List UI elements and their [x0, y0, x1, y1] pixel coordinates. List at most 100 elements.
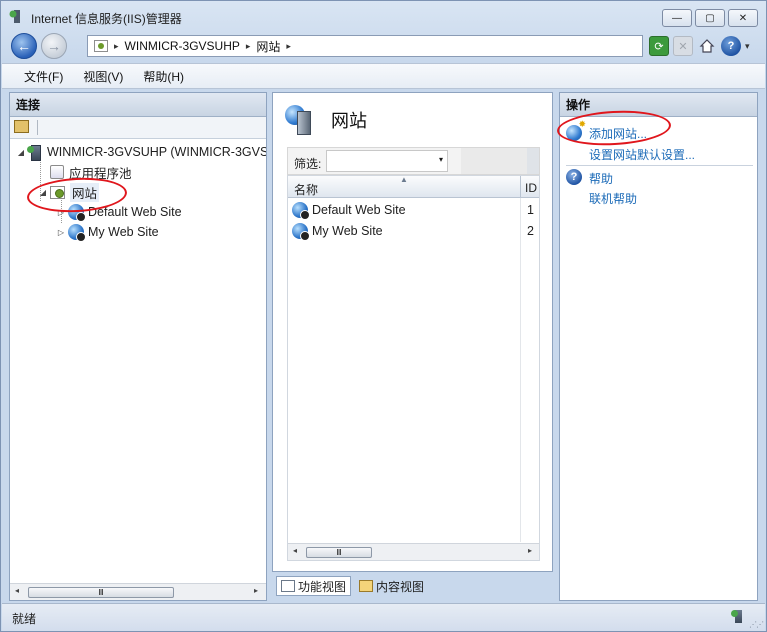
collapse-icon[interactable]: ◢ [16, 148, 26, 157]
refresh-icon[interactable]: ⟳ [649, 36, 669, 56]
breadcrumb-sites[interactable]: 网站 [256, 38, 280, 55]
tree-node-server[interactable]: ◢ WINMICR-3GVSUHP (WINMICR-3GVSUHP\Admin… [16, 143, 266, 161]
filter-scroll[interactable] [527, 148, 539, 174]
back-button[interactable]: ← [11, 33, 37, 59]
scroll-thumb[interactable]: Ⅲ [306, 547, 372, 558]
connections-panel: 连接 ◢ WINMICR-3GVSUHP (WINMICR-3GVSUHP\Ad… [9, 92, 267, 601]
sites-folder-icon [50, 185, 65, 199]
tree-node-app-pools[interactable]: 应用程序池 [38, 163, 132, 181]
view-tabs: 功能视图 内容视图 [276, 575, 428, 597]
maximize-button[interactable]: ▢ [695, 9, 725, 27]
breadcrumb-arrow-icon[interactable]: ▸ [286, 41, 291, 52]
connections-header: 连接 [10, 93, 266, 117]
navigation-bar: ← → ▸ WINMICR-3GVSUHP ▸ 网站 ▸ ⟳ ✕ ? ▾ [1, 33, 766, 61]
online-help-link[interactable]: 联机帮助 [589, 190, 637, 207]
scroll-right-icon[interactable]: ▸ [254, 586, 258, 595]
collapse-icon[interactable]: ◢ [38, 188, 48, 197]
breadcrumb-arrow-icon[interactable]: ▸ [114, 41, 119, 52]
help-dropdown-icon[interactable]: ▾ [745, 41, 750, 52]
title-bar: Internet 信息服务(IIS)管理器 — ▢ ✕ [1, 1, 766, 33]
filter-input[interactable]: ▾ [326, 150, 448, 172]
page-title: 网站 [285, 103, 367, 137]
server-icon [27, 145, 42, 161]
scroll-left-icon[interactable]: ◂ [293, 546, 297, 555]
site-label: Default Web Site [88, 205, 182, 219]
stop-icon[interactable]: ✕ [673, 36, 693, 56]
site-label: My Web Site [88, 225, 159, 239]
site-name: My Web Site [312, 224, 383, 238]
help-icon: ? [566, 169, 582, 185]
close-button[interactable]: ✕ [728, 9, 758, 27]
address-bar[interactable]: ▸ WINMICR-3GVSUHP ▸ 网站 ▸ [87, 35, 643, 57]
status-bar: 就绪 ⋰⋰ [2, 603, 765, 631]
sites-list: ▲ 名称 ID Default Web Site 1 My Web Site 2 [287, 175, 540, 561]
scroll-left-icon[interactable]: ◂ [15, 586, 19, 595]
connections-toolbar [10, 117, 266, 139]
actions-panel: 操作 添加网站... 设置网站默认设置... ? 帮助 联机帮助 [559, 92, 758, 601]
toolbar-divider [37, 120, 38, 135]
add-website-link[interactable]: 添加网站... [589, 125, 647, 142]
back-arrow-icon: ← [17, 38, 31, 54]
toolbar-icons: ⟳ ✕ ? ▾ [649, 35, 750, 57]
forward-arrow-icon: → [47, 38, 61, 54]
menu-bar: 文件(F) 视图(V) 帮助(H) [2, 63, 765, 89]
server-label: WINMICR-3GVSUHP (WINMICR-3GVSUHP\Adminis… [47, 145, 266, 159]
tab-content-view[interactable]: 内容视图 [355, 576, 428, 596]
scroll-right-icon[interactable]: ▸ [528, 546, 532, 555]
actions-header: 操作 [560, 93, 757, 117]
tree-node-default-site[interactable]: ▷ Default Web Site [56, 203, 182, 222]
add-website-icon [566, 119, 586, 141]
connect-icon[interactable] [14, 120, 29, 133]
tree-node-sites[interactable]: ◢ 网站 [38, 182, 100, 202]
iis-manager-window: Internet 信息服务(IIS)管理器 — ▢ ✕ ← → ▸ WINMIC… [0, 0, 767, 632]
sites-label: 网站 [70, 182, 100, 202]
app-pools-label: 应用程序池 [69, 166, 132, 181]
expand-icon[interactable]: ▷ [56, 208, 66, 217]
table-row[interactable]: Default Web Site 1 [288, 200, 539, 220]
breadcrumb-server[interactable]: WINMICR-3GVSUHP [125, 39, 240, 53]
websites-icon [285, 103, 317, 137]
filter-label: 筛选: [294, 157, 322, 171]
iis-app-icon [9, 10, 25, 24]
expand-icon[interactable]: ▷ [56, 228, 66, 237]
breadcrumb-arrow-icon[interactable]: ▸ [246, 41, 251, 52]
server-status-icon [731, 610, 745, 624]
sites-folder-icon [94, 40, 108, 52]
site-name: Default Web Site [312, 203, 406, 217]
connections-tree: ◢ WINMICR-3GVSUHP (WINMICR-3GVSUHP\Admin… [10, 141, 266, 579]
menu-view[interactable]: 视图(V) [73, 68, 133, 85]
sites-panel: 网站 筛选: ▾ ▲ 名称 ID Default Web Site 1 My W… [272, 92, 553, 572]
filter-dropdown-icon[interactable]: ▾ [439, 155, 443, 164]
set-site-defaults-link[interactable]: 设置网站默认设置... [589, 146, 695, 163]
sort-ascending-icon: ▲ [400, 175, 408, 184]
connections-horizontal-scrollbar[interactable]: ◂ Ⅲ ▸ [10, 583, 266, 600]
status-text: 就绪 [12, 612, 37, 626]
home-icon[interactable] [697, 36, 717, 56]
list-header: ▲ 名称 ID [288, 175, 539, 198]
tab-features-view[interactable]: 功能视图 [276, 576, 352, 596]
website-globe-icon [68, 204, 86, 222]
column-header-id[interactable]: ID [525, 181, 537, 195]
menu-help[interactable]: 帮助(H) [133, 68, 194, 85]
features-view-icon [281, 580, 295, 592]
website-globe-icon [292, 202, 310, 220]
list-horizontal-scrollbar[interactable]: ◂ Ⅲ ▸ [288, 543, 539, 560]
app-pool-icon [50, 165, 64, 179]
column-header-name[interactable]: 名称 [294, 181, 318, 198]
website-globe-icon [68, 224, 86, 242]
window-title: Internet 信息服务(IIS)管理器 [31, 12, 182, 26]
site-id: 2 [527, 224, 534, 238]
resize-grip-icon[interactable]: ⋰⋰ [749, 620, 764, 629]
help-icon[interactable]: ? [721, 36, 741, 56]
table-row[interactable]: My Web Site 2 [288, 221, 539, 241]
tree-node-my-site[interactable]: ▷ My Web Site [56, 223, 159, 242]
forward-button[interactable]: → [41, 33, 67, 59]
website-globe-icon [292, 223, 310, 241]
content-view-icon [359, 580, 374, 592]
filter-bar: 筛选: ▾ [287, 147, 540, 175]
scroll-thumb[interactable]: Ⅲ [28, 587, 174, 598]
site-id: 1 [527, 203, 534, 217]
help-link[interactable]: 帮助 [589, 170, 613, 187]
menu-file[interactable]: 文件(F) [14, 68, 73, 85]
minimize-button[interactable]: — [662, 9, 692, 27]
